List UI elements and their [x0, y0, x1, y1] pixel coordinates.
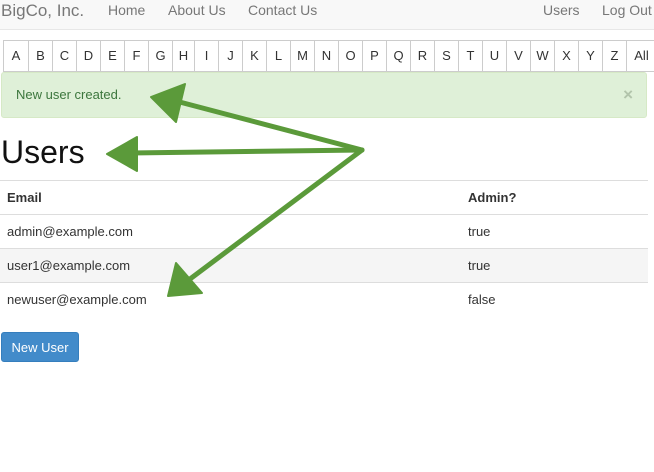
letter-filter-k[interactable]: K: [242, 41, 266, 71]
letter-filter-a[interactable]: A: [3, 41, 28, 71]
table-row: newuser@example.com false: [0, 282, 648, 316]
letter-filter-p[interactable]: P: [362, 41, 386, 71]
new-user-button[interactable]: New User: [1, 332, 79, 362]
letter-filter-o[interactable]: O: [338, 41, 362, 71]
close-icon[interactable]: ×: [623, 85, 633, 105]
letter-filter-g[interactable]: G: [148, 41, 172, 71]
table-header-row: Email Admin?: [0, 180, 648, 215]
nav-about-link[interactable]: About Us: [168, 2, 226, 18]
email-cell: admin@example.com: [0, 214, 461, 249]
letter-filter-s[interactable]: S: [434, 41, 458, 71]
letter-filter-r[interactable]: R: [410, 41, 434, 71]
alert-message: New user created.: [16, 87, 122, 102]
page-title: Users: [1, 134, 85, 170]
letter-filter-i[interactable]: I: [194, 41, 218, 71]
letter-filter-f[interactable]: F: [124, 41, 148, 71]
letter-filter-all[interactable]: All: [626, 41, 654, 71]
navbar: BigCo, Inc. Home About Us Contact Us Use…: [0, 0, 654, 30]
table-row: admin@example.com true: [0, 214, 648, 249]
letter-filter-j[interactable]: J: [218, 41, 242, 71]
admin-cell: true: [461, 214, 648, 249]
email-cell: user1@example.com: [0, 248, 461, 283]
letter-filter-t[interactable]: T: [458, 41, 482, 71]
success-alert: New user created. ×: [1, 72, 647, 118]
letter-filter-bar: A B C D E F G H I J K L M N O P Q R S T U V W X Y Z All: [3, 40, 654, 72]
letter-filter-u[interactable]: U: [482, 41, 506, 71]
arrow-to-title: [127, 147, 365, 156]
admin-cell: true: [461, 248, 648, 283]
letter-filter-w[interactable]: W: [530, 41, 554, 71]
nav-users-link[interactable]: Users: [543, 2, 580, 18]
letter-filter-z[interactable]: Z: [602, 41, 626, 71]
letter-filter-b[interactable]: B: [28, 41, 52, 71]
brand-logo[interactable]: BigCo, Inc.: [1, 1, 84, 21]
letter-filter-d[interactable]: D: [76, 41, 100, 71]
letter-filter-e[interactable]: E: [100, 41, 124, 71]
letter-filter-m[interactable]: M: [290, 41, 314, 71]
nav-logout-link[interactable]: Log Out: [602, 2, 652, 18]
letter-filter-q[interactable]: Q: [386, 41, 410, 71]
letter-filter-c[interactable]: C: [52, 41, 76, 71]
admin-cell: false: [461, 282, 648, 316]
letter-filter-h[interactable]: H: [172, 41, 194, 71]
letter-filter-v[interactable]: V: [506, 41, 530, 71]
email-cell: newuser@example.com: [0, 282, 461, 316]
arrowhead-title: [106, 136, 138, 172]
letter-filter-x[interactable]: X: [554, 41, 578, 71]
admin-column-header: Admin?: [461, 180, 648, 215]
nav-contact-link[interactable]: Contact Us: [248, 2, 317, 18]
email-column-header: Email: [0, 180, 461, 215]
nav-home-link[interactable]: Home: [108, 2, 145, 18]
table-row: user1@example.com true: [0, 248, 648, 283]
users-table: Email Admin? admin@example.com true user…: [0, 180, 648, 316]
letter-filter-y[interactable]: Y: [578, 41, 602, 71]
letter-filter-l[interactable]: L: [266, 41, 290, 71]
letter-filter-n[interactable]: N: [314, 41, 338, 71]
